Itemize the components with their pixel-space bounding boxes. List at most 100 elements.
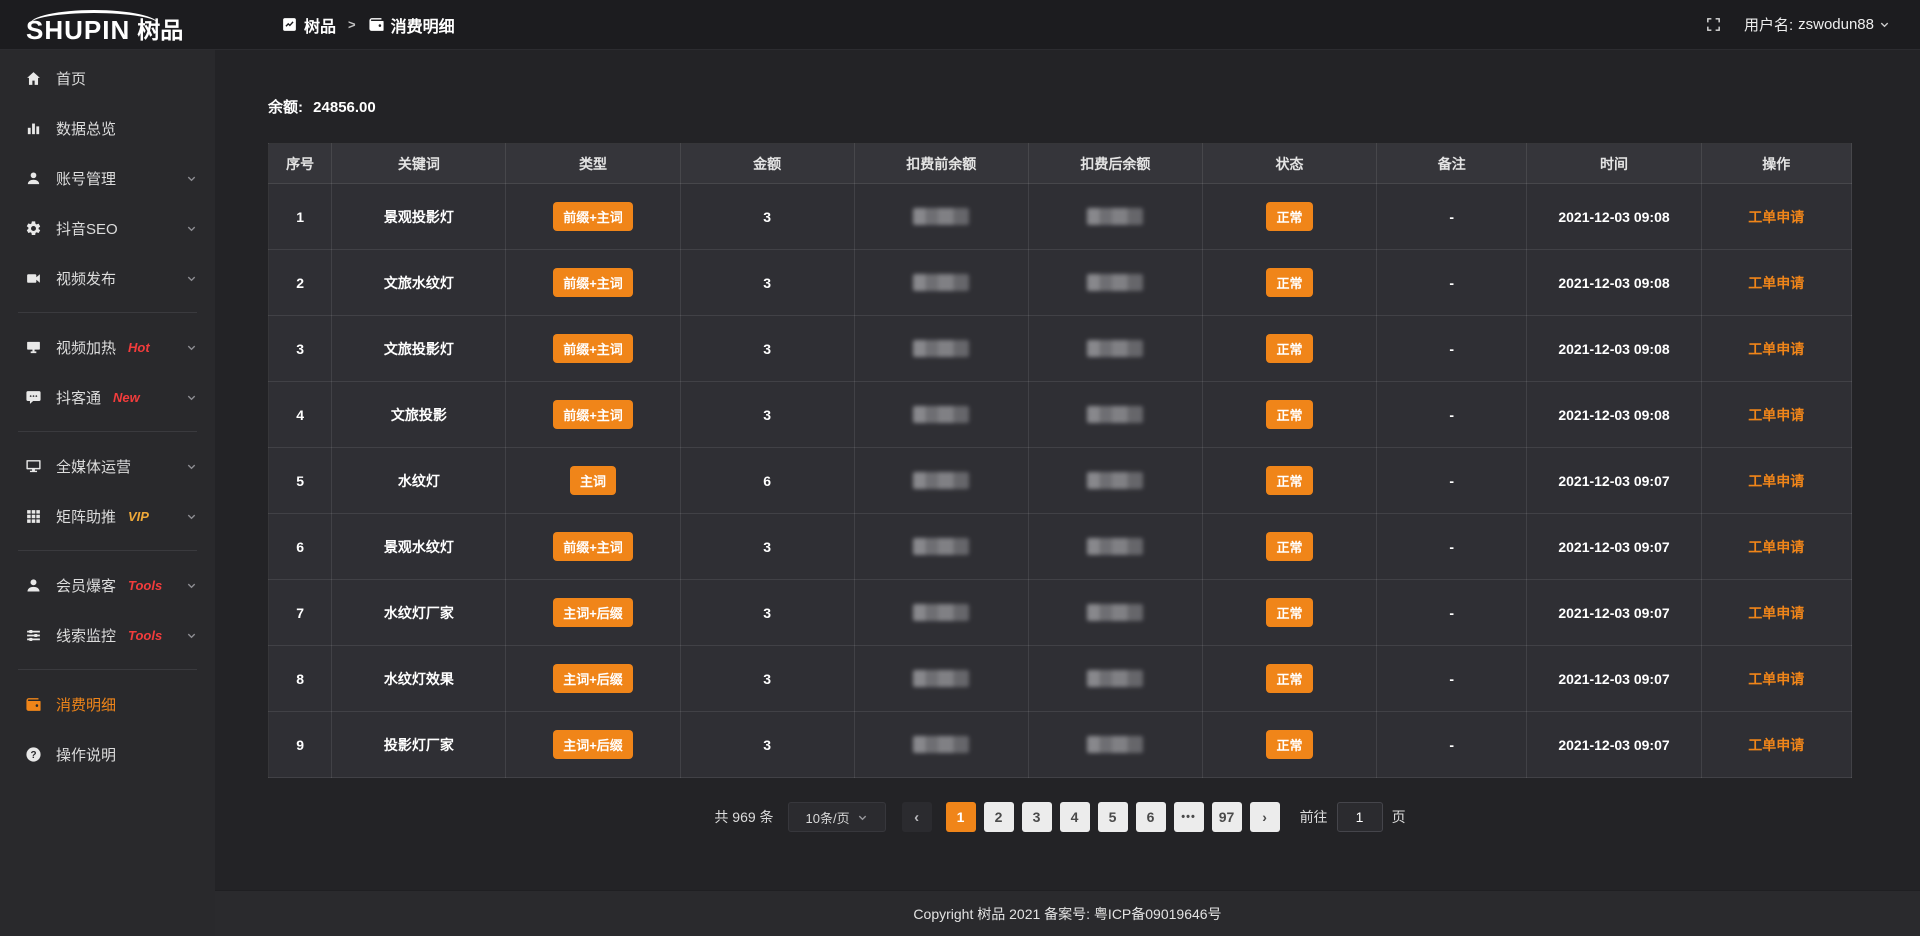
grid-icon: [24, 508, 42, 525]
cell-action: 工单申请: [1701, 382, 1851, 448]
cell-status: 正常: [1202, 712, 1376, 778]
page-button-5[interactable]: 5: [1098, 802, 1128, 832]
sidebar-item-label: 首页: [56, 68, 86, 89]
page-button-2[interactable]: 2: [984, 802, 1014, 832]
balance: 余额: 24856.00: [268, 96, 1852, 117]
cell-amount: 3: [680, 316, 854, 382]
footer: Copyright 树品 2021 备案号: 粤ICP备09019646号: [215, 890, 1920, 936]
cell-action: 工单申请: [1701, 184, 1851, 250]
topbar: SHUPIN 树品 树品 > 消费明细 用户名: zswodun88: [0, 0, 1920, 50]
page-button-3[interactable]: 3: [1022, 802, 1052, 832]
cell-time: 2021-12-03 09:08: [1527, 250, 1701, 316]
cell-remark: -: [1377, 250, 1527, 316]
work-order-link[interactable]: 工单申请: [1748, 275, 1804, 291]
status-badge: 正常: [1266, 466, 1312, 495]
cell-time: 2021-12-03 09:07: [1527, 712, 1701, 778]
cell-index: 1: [269, 184, 332, 250]
cell-action: 工单申请: [1701, 250, 1851, 316]
table-header-row: 序号关键词类型金额扣费前余额扣费后余额状态备注时间操作: [269, 144, 1852, 184]
page-button-6[interactable]: 6: [1136, 802, 1166, 832]
work-order-link[interactable]: 工单申请: [1748, 473, 1804, 489]
sidebar-item-11[interactable]: 线索监控Tools: [0, 610, 215, 660]
cell-remark: -: [1377, 514, 1527, 580]
cell-amount: 3: [680, 382, 854, 448]
work-order-link[interactable]: 工单申请: [1748, 671, 1804, 687]
chevron-down-icon: [857, 812, 868, 823]
sidebar-item-4[interactable]: 抖音SEO: [0, 203, 215, 253]
more-pages-button[interactable]: •••: [1174, 802, 1204, 832]
chevron-down-icon: [186, 173, 197, 184]
work-order-link[interactable]: 工单申请: [1748, 209, 1804, 225]
column-header: 类型: [506, 144, 680, 184]
user-menu[interactable]: 用户名: zswodun88: [1744, 14, 1890, 35]
balance-label: 余额:: [268, 99, 303, 116]
chevron-down-icon: [186, 342, 197, 353]
page-button-97[interactable]: 97: [1212, 802, 1242, 832]
sidebar-item-8[interactable]: 全媒体运营: [0, 441, 215, 491]
sidebar-item-9[interactable]: 矩阵助推VIP: [0, 491, 215, 541]
status-badge: 正常: [1266, 598, 1312, 627]
blurred-balance: [913, 274, 969, 291]
sidebar-item-10[interactable]: 会员爆客Tools: [0, 560, 215, 610]
work-order-link[interactable]: 工单申请: [1748, 605, 1804, 621]
video-camera-icon: [24, 270, 42, 287]
blurred-balance: [913, 208, 969, 225]
column-header: 时间: [1527, 144, 1701, 184]
breadcrumb-item-home[interactable]: 树品: [281, 13, 336, 37]
sidebar-item-7[interactable]: 抖客通New: [0, 372, 215, 422]
member-icon: [24, 577, 42, 594]
work-order-link[interactable]: 工单申请: [1748, 407, 1804, 423]
cell-keyword: 景观水纹灯: [332, 514, 506, 580]
sidebar-divider: [18, 669, 197, 670]
cell-status: 正常: [1202, 382, 1376, 448]
sidebar-item-1[interactable]: 首页: [0, 53, 215, 103]
cell-post-balance: [1028, 250, 1202, 316]
sidebar-item-13[interactable]: ?操作说明: [0, 729, 215, 779]
sidebar-item-5[interactable]: 视频发布: [0, 253, 215, 303]
cell-index: 9: [269, 712, 332, 778]
sidebar-item-6[interactable]: 视频加热Hot: [0, 322, 215, 372]
sidebar-divider: [18, 431, 197, 432]
cell-index: 6: [269, 514, 332, 580]
prev-page-button[interactable]: ‹: [902, 802, 932, 832]
cell-remark: -: [1377, 712, 1527, 778]
goto-page: 前往 页: [1300, 802, 1406, 832]
page-size-select[interactable]: 10条/页: [788, 802, 886, 832]
column-header: 状态: [1202, 144, 1376, 184]
page-button-1[interactable]: 1: [946, 802, 976, 832]
next-page-button[interactable]: ›: [1250, 802, 1280, 832]
cell-status: 正常: [1202, 514, 1376, 580]
sidebar-item-label: 会员爆客: [56, 575, 116, 596]
sidebar-item-badge: Tools: [128, 628, 162, 643]
cell-amount: 3: [680, 646, 854, 712]
blurred-balance: [1087, 604, 1143, 621]
sidebar-item-label: 消费明细: [56, 694, 116, 715]
work-order-link[interactable]: 工单申请: [1748, 341, 1804, 357]
goto-page-input[interactable]: [1337, 802, 1383, 832]
cell-type: 前缀+主词: [506, 514, 680, 580]
page-button-4[interactable]: 4: [1060, 802, 1090, 832]
sidebar-item-2[interactable]: 数据总览: [0, 103, 215, 153]
fullscreen-icon[interactable]: [1705, 16, 1722, 33]
cell-post-balance: [1028, 448, 1202, 514]
cell-status: 正常: [1202, 448, 1376, 514]
type-badge: 主词: [570, 466, 616, 495]
blurred-balance: [1087, 736, 1143, 753]
status-badge: 正常: [1266, 334, 1312, 363]
sidebar-item-label: 视频发布: [56, 268, 116, 289]
breadcrumb-item-current[interactable]: 消费明细: [368, 13, 455, 37]
sidebar-item-3[interactable]: 账号管理: [0, 153, 215, 203]
cell-amount: 6: [680, 448, 854, 514]
column-header: 操作: [1701, 144, 1851, 184]
cell-post-balance: [1028, 184, 1202, 250]
table-row: 3文旅投影灯前缀+主词3正常-2021-12-03 09:08工单申请: [269, 316, 1852, 382]
sidebar-item-12[interactable]: 消费明细: [0, 679, 215, 729]
work-order-link[interactable]: 工单申请: [1748, 539, 1804, 555]
username-value: zswodun88: [1798, 16, 1874, 33]
breadcrumb: 树品 > 消费明细: [281, 13, 455, 37]
work-order-link[interactable]: 工单申请: [1748, 737, 1804, 753]
type-badge: 前缀+主词: [553, 334, 633, 363]
table-row: 5水纹灯主词6正常-2021-12-03 09:07工单申请: [269, 448, 1852, 514]
sidebar-item-badge: VIP: [128, 509, 149, 524]
cell-index: 8: [269, 646, 332, 712]
